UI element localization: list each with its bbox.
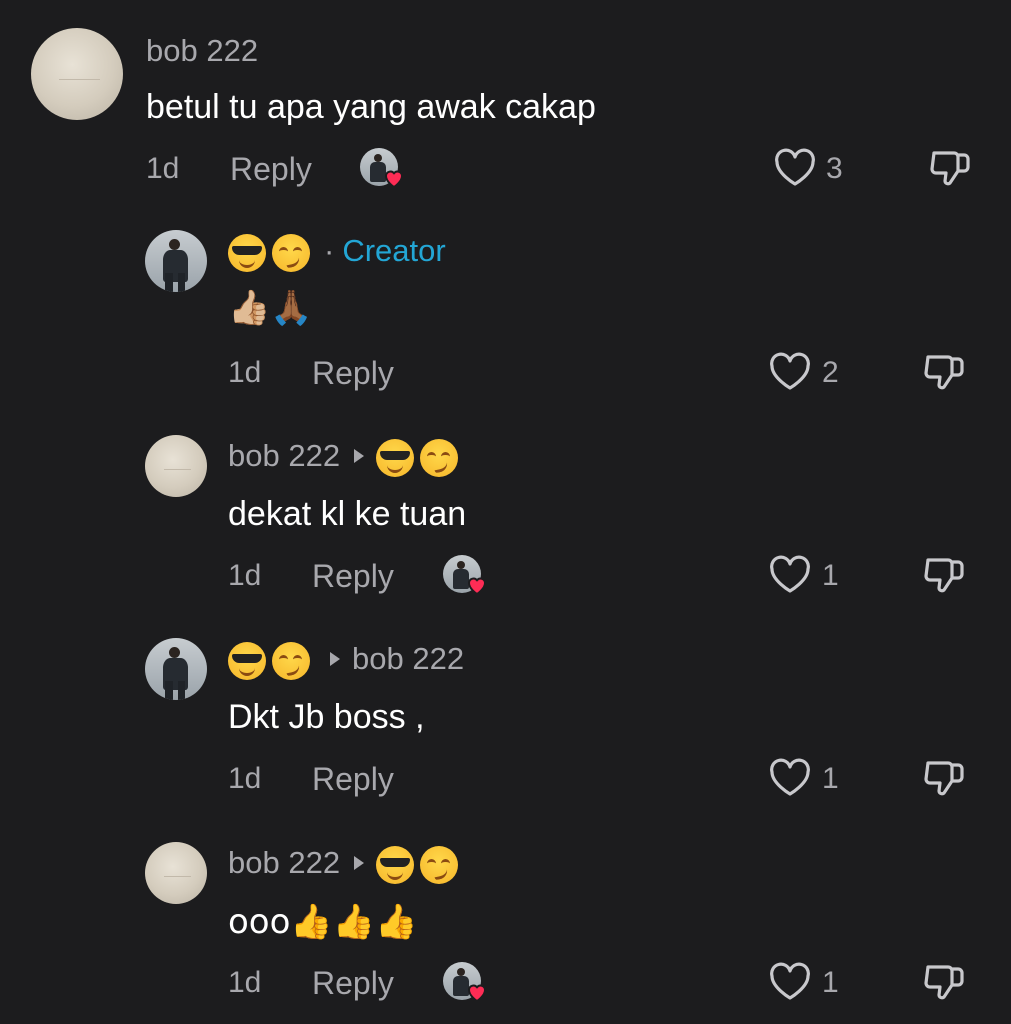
comment-text: dekat kl ke tuan bbox=[228, 495, 467, 533]
dislike-icon[interactable] bbox=[922, 757, 966, 801]
liked-by-creator-badge bbox=[360, 148, 404, 189]
reply-arrow-icon bbox=[330, 652, 340, 667]
sunglasses-emoji bbox=[228, 233, 266, 272]
comment-username[interactable]: bob 222 bbox=[228, 641, 464, 680]
comment-time: 1d bbox=[228, 966, 262, 999]
smirk-emoji bbox=[272, 233, 310, 272]
liked-by-creator-heart-icon bbox=[467, 577, 487, 596]
heart-outline-icon[interactable] bbox=[768, 962, 812, 1002]
avatar-creator[interactable] bbox=[145, 230, 207, 292]
smirk-emoji bbox=[272, 641, 310, 680]
dislike-icon[interactable] bbox=[922, 351, 966, 395]
comment-username[interactable]: · Creator bbox=[228, 233, 446, 272]
like-count: 2 bbox=[822, 356, 839, 389]
comment-username[interactable]: bob 222 bbox=[228, 845, 464, 884]
comment-text: betul tu apa yang awak cakap bbox=[146, 88, 596, 126]
heart-outline-icon[interactable] bbox=[768, 352, 812, 392]
avatar-bob[interactable] bbox=[145, 435, 207, 497]
like-count: 1 bbox=[822, 966, 839, 999]
reply-arrow-icon bbox=[354, 856, 365, 871]
username-label: bob 222 bbox=[228, 845, 341, 880]
comment-text: Dkt Jb boss , bbox=[228, 698, 425, 736]
comment-reply: bob 222 Dkt Jb boss , 1d Reply 1 bbox=[0, 628, 1011, 818]
liked-by-creator-badge bbox=[443, 555, 487, 596]
comment-reply: bob 222 dekat kl ke tuan 1d Reply 1 bbox=[0, 425, 1011, 615]
liked-by-creator-heart-icon bbox=[467, 984, 487, 1003]
comment-text: ooo👍👍👍 bbox=[228, 902, 418, 942]
liked-by-creator-badge bbox=[443, 962, 487, 1003]
comment-top-level: bob 222 betul tu apa yang awak cakap 1d … bbox=[0, 0, 1011, 200]
comment-time: 1d bbox=[228, 762, 262, 795]
avatar-bob[interactable] bbox=[145, 842, 207, 904]
like-count: 3 bbox=[826, 152, 843, 185]
sunglasses-emoji bbox=[228, 641, 266, 680]
comment-time: 1d bbox=[228, 559, 262, 592]
dislike-icon[interactable] bbox=[928, 147, 972, 191]
comment-time: 1d bbox=[228, 356, 262, 389]
reply-button[interactable]: Reply bbox=[230, 151, 312, 188]
like-count: 1 bbox=[822, 559, 839, 592]
dislike-icon[interactable] bbox=[922, 961, 966, 1005]
comment-text: 👍🏼🙏🏾 bbox=[228, 288, 313, 328]
comment-username[interactable]: bob 222 bbox=[228, 438, 464, 477]
sunglasses-emoji bbox=[376, 438, 415, 477]
dislike-icon[interactable] bbox=[922, 554, 966, 598]
like-count: 1 bbox=[822, 762, 839, 795]
comment-username[interactable]: bob 222 bbox=[146, 33, 258, 69]
heart-outline-icon[interactable] bbox=[773, 148, 817, 188]
creator-label: Creator bbox=[342, 233, 446, 268]
reply-arrow-icon bbox=[354, 449, 365, 464]
smirk-emoji bbox=[420, 845, 459, 884]
sunglasses-emoji bbox=[376, 845, 415, 884]
heart-outline-icon[interactable] bbox=[768, 758, 812, 798]
heart-outline-icon[interactable] bbox=[768, 555, 812, 595]
reply-button[interactable]: Reply bbox=[312, 761, 394, 798]
comment-time: 1d bbox=[146, 152, 180, 185]
avatar-creator[interactable] bbox=[145, 638, 207, 700]
username-label: bob 222 bbox=[228, 438, 341, 473]
liked-by-creator-heart-icon bbox=[384, 170, 404, 189]
comment-reply: bob 222 ooo👍👍👍 1d Reply 1 bbox=[0, 832, 1011, 1024]
comment-reply: · Creator 👍🏼🙏🏾 1d Reply 2 bbox=[0, 220, 1011, 410]
reply-button[interactable]: Reply bbox=[312, 355, 394, 392]
creator-separator: · bbox=[324, 233, 335, 268]
reply-to-username[interactable]: bob 222 bbox=[352, 641, 464, 676]
smirk-emoji bbox=[420, 438, 459, 477]
reply-button[interactable]: Reply bbox=[312, 558, 394, 595]
avatar-bob[interactable] bbox=[31, 28, 123, 120]
reply-button[interactable]: Reply bbox=[312, 965, 394, 1002]
